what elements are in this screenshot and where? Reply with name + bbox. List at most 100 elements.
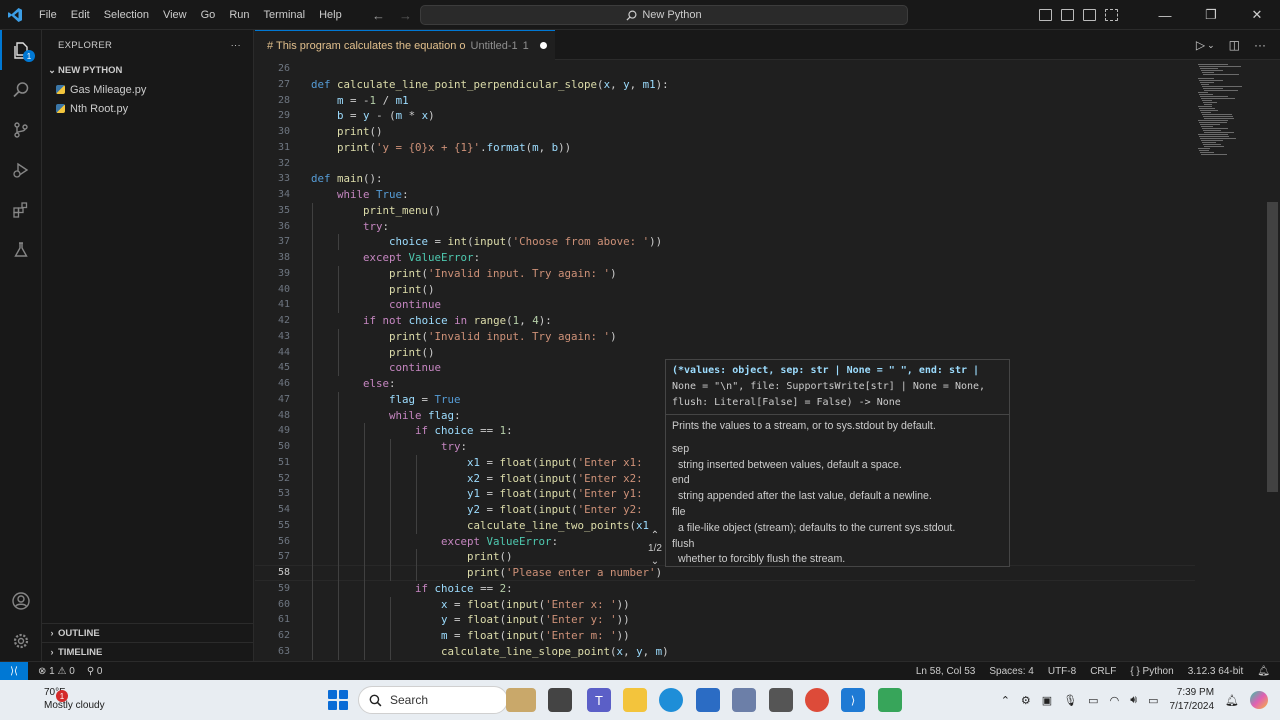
code-line[interactable]: 37 choice = int(input('Choose from above… (255, 234, 1195, 250)
copilot-icon[interactable] (1250, 691, 1268, 709)
battery-icon[interactable]: ▭ (1148, 694, 1158, 707)
code-line[interactable]: 35 print_menu() (255, 203, 1195, 219)
run-and-debug-icon[interactable] (0, 150, 42, 190)
store-icon[interactable] (696, 688, 720, 712)
python-app-icon[interactable] (878, 688, 902, 712)
volume-icon[interactable]: 🔊︎ (1130, 694, 1137, 707)
indentation[interactable]: Spaces: 4 (989, 666, 1033, 677)
widgets-icon[interactable] (506, 688, 536, 712)
toggle-panel-icon[interactable] (1061, 9, 1074, 21)
language-mode[interactable]: { } Python (1130, 666, 1173, 677)
chevron-up-icon[interactable]: ⌃ (644, 529, 666, 542)
menu-item-terminal[interactable]: Terminal (257, 0, 313, 30)
folder-new-python[interactable]: ⌄ NEW PYTHON (42, 60, 253, 80)
tab-untitled-1[interactable]: # This program calculates the equation o… (255, 30, 555, 60)
maximize-button[interactable]: ❐ (1188, 0, 1234, 30)
extensions-icon[interactable] (0, 190, 42, 230)
code-line[interactable]: 38 except ValueError: (255, 250, 1195, 266)
chevron-up-icon[interactable]: ⌃ (1001, 694, 1010, 707)
run-dropdown-icon[interactable]: ⌄ (1207, 40, 1215, 51)
settings-app-icon[interactable] (732, 688, 756, 712)
code-line[interactable]: 61 y = float(input('Enter y: ')) (255, 612, 1195, 628)
search-icon[interactable] (0, 70, 42, 110)
code-line[interactable]: 33 def main(): (255, 171, 1195, 187)
accounts-icon[interactable] (0, 581, 42, 621)
vscode-taskbar-icon[interactable]: ⟩ (841, 688, 865, 712)
settings-gear-icon[interactable] (0, 621, 42, 661)
ports-count[interactable]: ⚲ 0 (87, 666, 103, 677)
outline-section[interactable]: › OUTLINE (42, 623, 254, 642)
code-line[interactable]: 60 x = float(input('Enter x: ')) (255, 597, 1195, 613)
display-icon[interactable]: ▣ (1042, 694, 1052, 707)
toggle-secondary-sidebar-icon[interactable] (1083, 9, 1096, 21)
python-interpreter[interactable]: 3.12.3 64-bit (1188, 666, 1244, 677)
menu-item-help[interactable]: Help (312, 0, 349, 30)
encoding[interactable]: UTF-8 (1048, 666, 1076, 677)
unsaved-dot-icon[interactable] (539, 42, 547, 49)
microphone-icon[interactable]: 🎙︎ (1063, 694, 1077, 707)
vertical-scrollbar[interactable] (1267, 202, 1278, 492)
code-line[interactable]: 63 calculate_line_slope_point(x, y, m) (255, 644, 1195, 660)
windows-start-icon[interactable] (328, 690, 348, 710)
cursor-position[interactable]: Ln 58, Col 53 (916, 666, 976, 677)
testing-flask-icon[interactable] (0, 230, 42, 270)
code-line[interactable]: 62 m = float(input('Enter m: ')) (255, 628, 1195, 644)
close-window-button[interactable]: ✕ (1234, 0, 1280, 30)
camera-icon[interactable]: ▭ (1088, 694, 1098, 707)
code-line[interactable]: 41 continue (255, 297, 1195, 313)
menu-item-view[interactable]: View (156, 0, 194, 30)
edge-browser-icon[interactable] (659, 688, 683, 712)
code-line[interactable]: 40 print() (255, 282, 1195, 298)
menu-item-selection[interactable]: Selection (97, 0, 156, 30)
code-line[interactable]: 36 try: (255, 219, 1195, 235)
menu-item-run[interactable]: Run (222, 0, 256, 30)
minimize-button[interactable]: — (1142, 0, 1188, 30)
signature-overload-nav[interactable]: ⌃ 1/2 ⌄ (644, 529, 666, 569)
explorer-icon[interactable]: 1 (0, 30, 42, 70)
code-line[interactable]: 59 if choice == 2: (255, 581, 1195, 597)
menu-item-edit[interactable]: Edit (64, 0, 97, 30)
problems-count[interactable]: ⊗ 1 ⚠ 0 (38, 666, 75, 677)
code-line[interactable]: 34 while True: (255, 187, 1195, 203)
file-explorer-icon[interactable] (623, 688, 647, 712)
code-line[interactable]: 28 m = -1 / m1 (255, 93, 1195, 109)
code-line[interactable]: 30 print() (255, 124, 1195, 140)
wifi-icon[interactable]: ◠ (1110, 694, 1120, 707)
code-line[interactable]: 26 (255, 61, 1195, 77)
system-clock[interactable]: 7:39 PM 7/17/2024 (1170, 686, 1215, 714)
command-center-search[interactable]: New Python (420, 5, 908, 25)
run-python-file-icon[interactable]: ▷ (1196, 38, 1205, 52)
task-view-icon[interactable] (548, 688, 572, 712)
network-share-icon[interactable]: ⚙︎ (1021, 694, 1031, 707)
customize-layout-icon[interactable] (1105, 9, 1118, 21)
timeline-section[interactable]: › TIMELINE (42, 642, 254, 661)
file-item-nth-root[interactable]: Nth Root.py (42, 99, 253, 118)
toggle-sidebar-icon[interactable] (1039, 9, 1052, 21)
minimap[interactable] (1195, 60, 1265, 661)
code-line[interactable]: 42 if not choice in range(1, 4): (255, 313, 1195, 329)
menu-item-go[interactable]: Go (194, 0, 223, 30)
back-arrow-icon[interactable]: ← (372, 8, 385, 23)
media-app-icon[interactable] (769, 688, 793, 712)
chrome-icon[interactable] (805, 688, 829, 712)
source-control-icon[interactable] (0, 110, 42, 150)
remote-indicator-icon[interactable]: ⟩⟨ (0, 661, 28, 681)
notifications-bell-icon[interactable]: 🔔︎ (1257, 666, 1270, 677)
chevron-down-icon[interactable]: ⌄ (644, 555, 666, 568)
file-item-gas-mileage[interactable]: Gas Mileage.py (42, 80, 253, 99)
code-line[interactable]: 43 print('Invalid input. Try again: ') (255, 329, 1195, 345)
code-line[interactable]: 27 def calculate_line_point_perpendicular… (255, 77, 1195, 93)
teams-icon[interactable]: T (587, 688, 611, 712)
code-line[interactable]: 32 (255, 156, 1195, 172)
end-of-line[interactable]: CRLF (1090, 666, 1116, 677)
split-editor-icon[interactable]: ◫ (1229, 38, 1240, 52)
menu-item-file[interactable]: File (32, 0, 64, 30)
more-actions-icon[interactable]: ··· (231, 40, 241, 51)
code-line[interactable]: 39 print('Invalid input. Try again: ') (255, 266, 1195, 282)
more-actions-icon[interactable]: ··· (1254, 38, 1266, 52)
forward-arrow-icon[interactable]: → (399, 8, 412, 23)
weather-widget[interactable]: 1 70°F Mostly cloudy (28, 686, 105, 712)
code-line[interactable]: 29 b = y - (m * x) (255, 108, 1195, 124)
code-line[interactable]: 31 print('y = {0}x + {1}'.format(m, b)) (255, 140, 1195, 156)
notifications-bell-icon[interactable]: 🔔︎ (1225, 694, 1239, 707)
